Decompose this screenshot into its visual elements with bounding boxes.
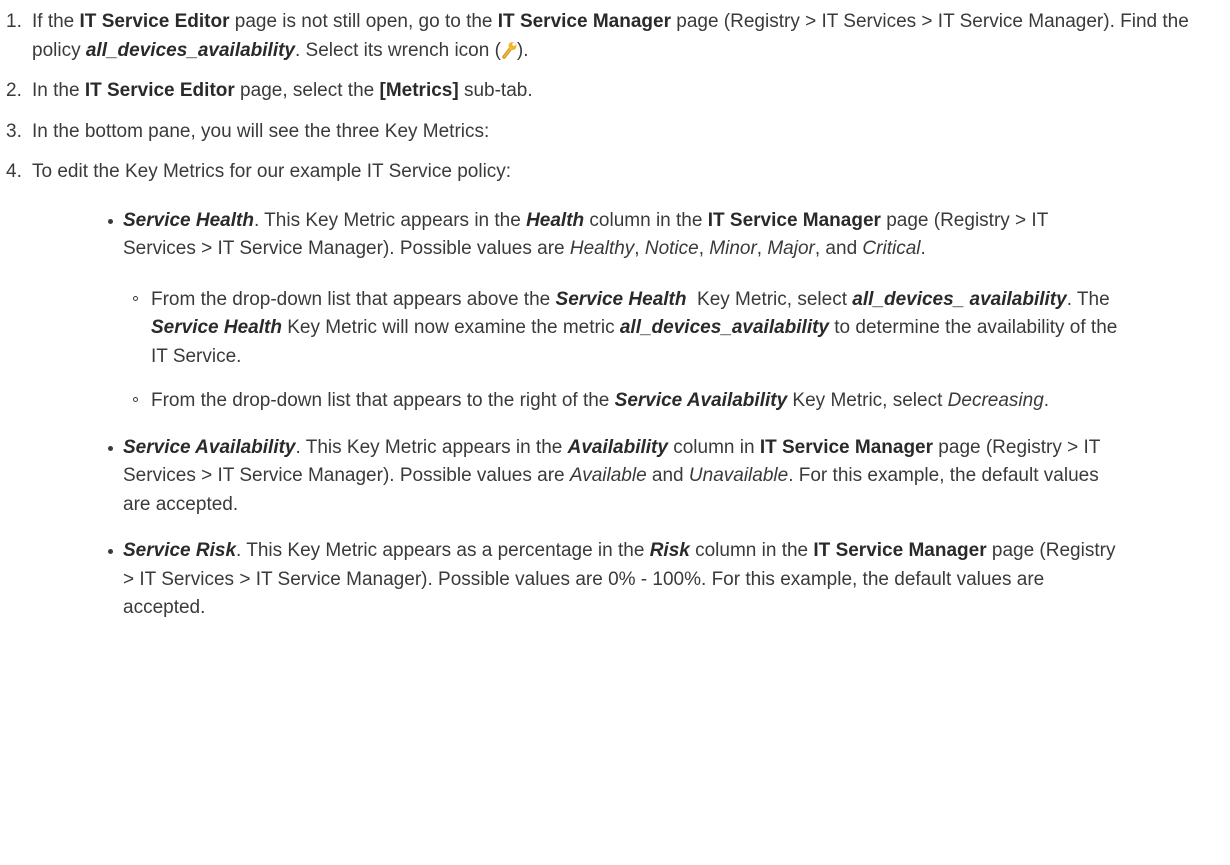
page-name: IT Service Editor [84,80,235,101]
step-3: 3. In the bottom pane, you will see the … [0,118,1215,147]
sub-text: From the drop-down list that appears to … [151,390,615,411]
value-available: Available [569,465,647,486]
bullet-text: . [920,238,926,259]
value-minor: Minor [709,238,757,259]
policy-name: all_devices_availability [619,317,829,338]
bullet-text: . This Key Metric appears in the [295,436,568,458]
page-name: IT Service Editor [79,11,230,32]
steps-list: 1. If the IT Service Editor page is not … [0,8,1215,641]
bullet-dot [108,549,113,554]
bullet-dot [108,218,113,224]
step-text: In the bottom pane, you will see the thr… [32,120,490,142]
column-name: Availability [567,436,668,458]
bullet-service-risk: Service Risk. This Key Metric appears as… [32,537,1123,623]
step-number: 1. [6,11,22,32]
column-name: Risk [649,540,690,561]
circle-bullet [133,295,138,301]
sub-step: From the drop-down list that appears to … [123,387,1131,416]
metric-name: Service Health [555,288,687,310]
metric-name: Service Availability [614,390,788,411]
step-text: To edit the Key Metrics for our example … [32,161,512,182]
sub-step: From the drop-down list that appears abo… [123,286,1131,372]
step-text: ). [516,39,529,61]
step-text: page, select the [234,80,380,101]
page-name: IT Service Manager [497,11,671,32]
value-notice: Notice [644,238,699,259]
step-text: page is not still open, go to the [229,11,498,32]
value-unavailable: Unavailable [688,465,789,486]
step-2: 2. In the IT Service Editor page, select… [0,77,1215,106]
metric-name: Service Availability [123,436,296,458]
step-number: 2. [6,80,22,101]
tab-name: [Metrics] [379,80,459,101]
sub-text: . [1043,390,1050,411]
bullet-dot [108,445,113,451]
sub-text: From the drop-down list that appears abo… [151,288,556,310]
page-name: IT Service Manager [759,436,934,458]
wrench-icon [502,41,517,59]
bullet-text: and [646,465,689,486]
bullet-text: column in the [689,540,814,561]
policy-name: all_devices_availability [85,39,295,61]
bullet-text: . This Key Metric appears in the [253,209,527,231]
metric-name: Service Risk [123,540,237,561]
sub-text: . The [1066,288,1110,310]
circle-bullet [133,397,138,402]
step-1: 1. If the IT Service Editor page is not … [0,8,1215,65]
page-name: IT Service Manager [813,540,987,561]
sub-text: Key Metric will now examine the metric [281,317,620,338]
bullet-text: column in [667,436,760,458]
value-critical: Critical [862,238,921,259]
bullet-text: . This Key Metric appears as a percentag… [236,540,650,561]
policy-name: all_devices_ availability [852,288,1067,310]
bullet-text: column in the [584,209,708,231]
step-text: . Select its wrench icon ( [295,39,501,61]
metric-name: Service Health [123,209,254,231]
step-number: 3. [6,120,22,142]
step-number: 4. [6,161,22,182]
key-metrics-list: Service Health. This Key Metric appears … [32,207,1215,623]
value-major: Major [767,238,815,259]
step-text: If the [32,11,80,32]
bullet-service-availability: Service Availability. This Key Metric ap… [32,434,1123,520]
sub-steps-list: From the drop-down list that appears abo… [123,286,1123,416]
bullet-service-health: Service Health. This Key Metric appears … [32,207,1123,416]
document: 1. If the IT Service Editor page is not … [0,0,1230,865]
value-healthy: Healthy [569,238,635,259]
bullet-text: , [634,238,645,259]
step-4: 4. To edit the Key Metrics for our examp… [0,158,1215,623]
bullet-text: , and [814,238,863,259]
sub-text: Key Metric, select [787,390,948,411]
sub-text: Key Metric, select [686,288,853,310]
value-decreasing: Decreasing [947,390,1044,411]
step-text: sub-tab. [458,80,533,101]
bullet-text: , [698,238,710,259]
bullet-text: , [756,238,768,259]
metric-name: Service Health [151,317,282,338]
step-text: In the [32,80,85,101]
column-name: Health [526,209,585,231]
page-name: IT Service Manager [707,209,881,231]
